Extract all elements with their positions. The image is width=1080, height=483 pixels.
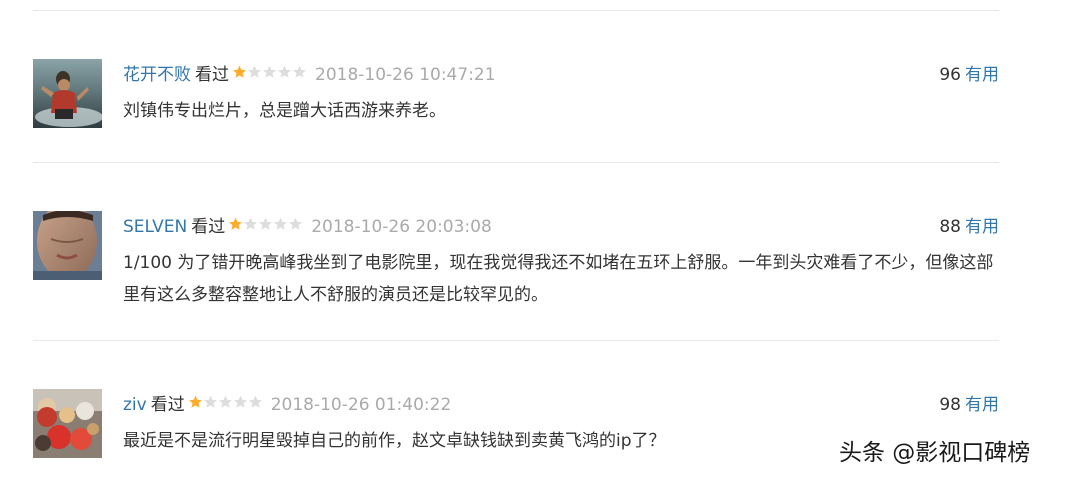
comment-header: 花开不败 看过 2018-10-26 10:47:21 96 有用 <box>123 63 999 87</box>
user-avatar[interactable] <box>33 59 102 128</box>
watched-status: 看过 <box>195 65 229 85</box>
comment-divider <box>33 162 999 163</box>
comment-header: SELVEN 看过 2018-10-26 20:03:08 88 有用 <box>123 215 999 239</box>
star-empty-icon <box>203 395 217 408</box>
star-filled-icon <box>233 65 246 78</box>
comment-item: SELVEN 看过 2018-10-26 20:03:08 88 有用 1/100 为… <box>33 211 999 321</box>
movie-poster-avatar-icon <box>33 59 102 128</box>
user-avatar[interactable] <box>33 389 102 458</box>
user-avatar[interactable] <box>33 211 102 280</box>
comment-timestamp: 2018-10-26 20:03:08 <box>311 217 492 237</box>
vote-area: 98 有用 <box>939 393 999 417</box>
star-empty-icon <box>293 65 306 78</box>
comment-text: 刘镇伟专出烂片，总是蹭大话西游来养老。 <box>123 101 446 121</box>
top-divider <box>33 10 999 11</box>
star-empty-icon <box>263 65 276 78</box>
star-empty-icon <box>248 395 262 408</box>
star-rating <box>188 395 263 419</box>
useful-button[interactable]: 有用 <box>965 217 999 237</box>
comment-text: 1/100 为了错开晚高峰我坐到了电影院里，现在我觉得我还不如堵在五环上舒服。一… <box>123 253 994 305</box>
star-rating <box>228 217 303 241</box>
watched-status: 看过 <box>150 395 185 415</box>
useful-button[interactable]: 有用 <box>965 395 999 415</box>
vote-area: 96 有用 <box>939 63 999 87</box>
star-empty-icon <box>218 395 232 408</box>
star-empty-icon <box>233 395 247 408</box>
star-filled-icon <box>188 395 202 408</box>
comment-header: ziv 看过 2018-10-26 01:40:22 98 有用 <box>123 393 999 417</box>
comment-divider <box>33 340 999 341</box>
star-empty-icon <box>259 217 273 230</box>
toys-photo-avatar-icon <box>33 389 102 458</box>
star-empty-icon <box>278 65 291 78</box>
vote-count: 98 <box>939 395 961 415</box>
star-rating <box>232 65 307 89</box>
face-photo-avatar-icon <box>33 211 102 280</box>
username-link[interactable]: 花开不败 <box>123 65 191 85</box>
vote-count: 88 <box>939 217 961 237</box>
useful-button[interactable]: 有用 <box>965 65 999 85</box>
vote-area: 88 有用 <box>939 215 999 239</box>
watermark: 头条 @影视口碑榜 <box>839 440 1031 466</box>
watched-status: 看过 <box>191 217 226 237</box>
star-empty-icon <box>244 217 258 230</box>
star-filled-icon <box>229 217 243 230</box>
vote-count: 96 <box>939 65 961 85</box>
comment-timestamp: 2018-10-26 01:40:22 <box>270 395 452 415</box>
username-link[interactable]: ziv <box>123 395 147 415</box>
star-empty-icon <box>274 217 288 230</box>
comment-item: 花开不败 看过 2018-10-26 10:47:21 96 有用 刘镇伟专出烂片，总… <box>33 59 999 139</box>
comment-timestamp: 2018-10-26 10:47:21 <box>315 65 496 85</box>
star-empty-icon <box>289 217 303 230</box>
username-link[interactable]: SELVEN <box>123 217 187 237</box>
star-empty-icon <box>248 65 261 78</box>
